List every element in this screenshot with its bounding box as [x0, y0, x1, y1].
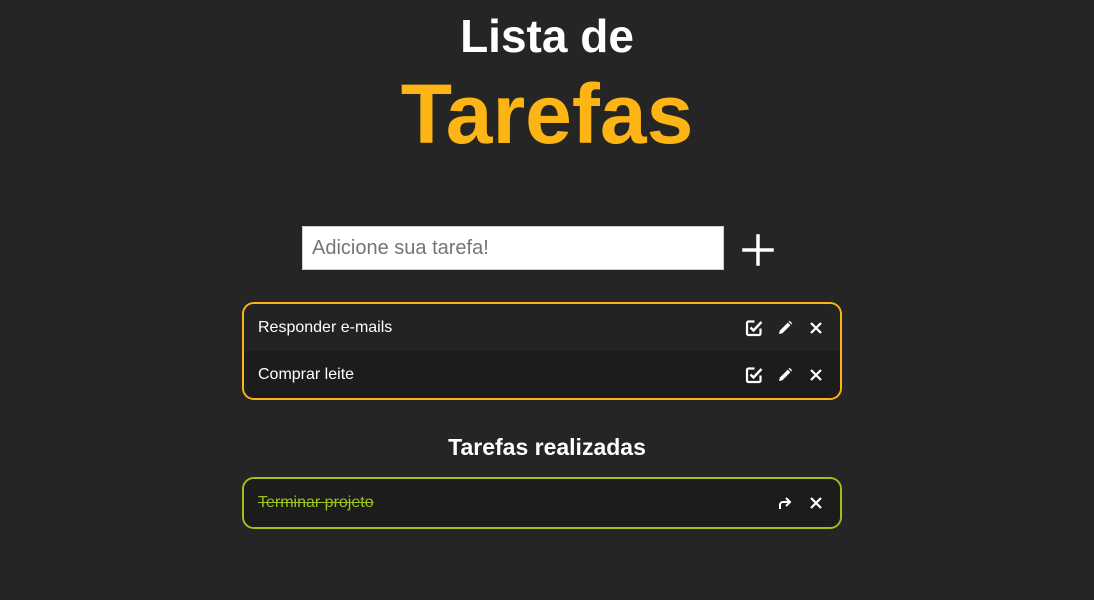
task-label: Comprar leite [258, 365, 355, 383]
close-icon [810, 368, 822, 381]
pencil-icon [779, 320, 793, 334]
close-icon [810, 321, 822, 334]
done-task-label: Terminar projeto [258, 494, 374, 511]
complete-task-button[interactable] [744, 365, 764, 385]
task-input[interactable] [302, 226, 724, 270]
task-actions [733, 304, 826, 351]
task-row: Responder e-mails [244, 304, 840, 351]
pencil-icon [779, 367, 793, 381]
undo-arrow-icon [779, 497, 792, 509]
task-row: Comprar leite [244, 351, 840, 398]
close-icon [810, 497, 822, 509]
task-actions [733, 351, 826, 398]
plus-icon [742, 234, 774, 266]
task-row: Terminar projeto [244, 479, 840, 527]
edit-task-button[interactable] [775, 365, 795, 385]
undo-task-button[interactable] [775, 493, 795, 513]
edit-task-button[interactable] [775, 318, 795, 338]
check-square-icon [745, 366, 763, 383]
done-section-title: Tarefas realizadas [448, 434, 646, 460]
page-title-line2: Tarefas [400, 67, 694, 161]
delete-task-button[interactable] [806, 318, 826, 338]
pending-task-list: Responder e-mails Comprar leite [242, 302, 842, 400]
task-label: Responder e-mails [258, 318, 393, 336]
delete-task-button[interactable] [806, 365, 826, 385]
done-task-list: Terminar projeto [242, 477, 842, 529]
add-task-button[interactable] [738, 230, 778, 270]
task-actions [764, 479, 826, 527]
delete-task-button[interactable] [806, 493, 826, 513]
page-title-line1: Lista de [460, 10, 634, 62]
check-square-icon [745, 319, 763, 336]
complete-task-button[interactable] [744, 318, 764, 338]
